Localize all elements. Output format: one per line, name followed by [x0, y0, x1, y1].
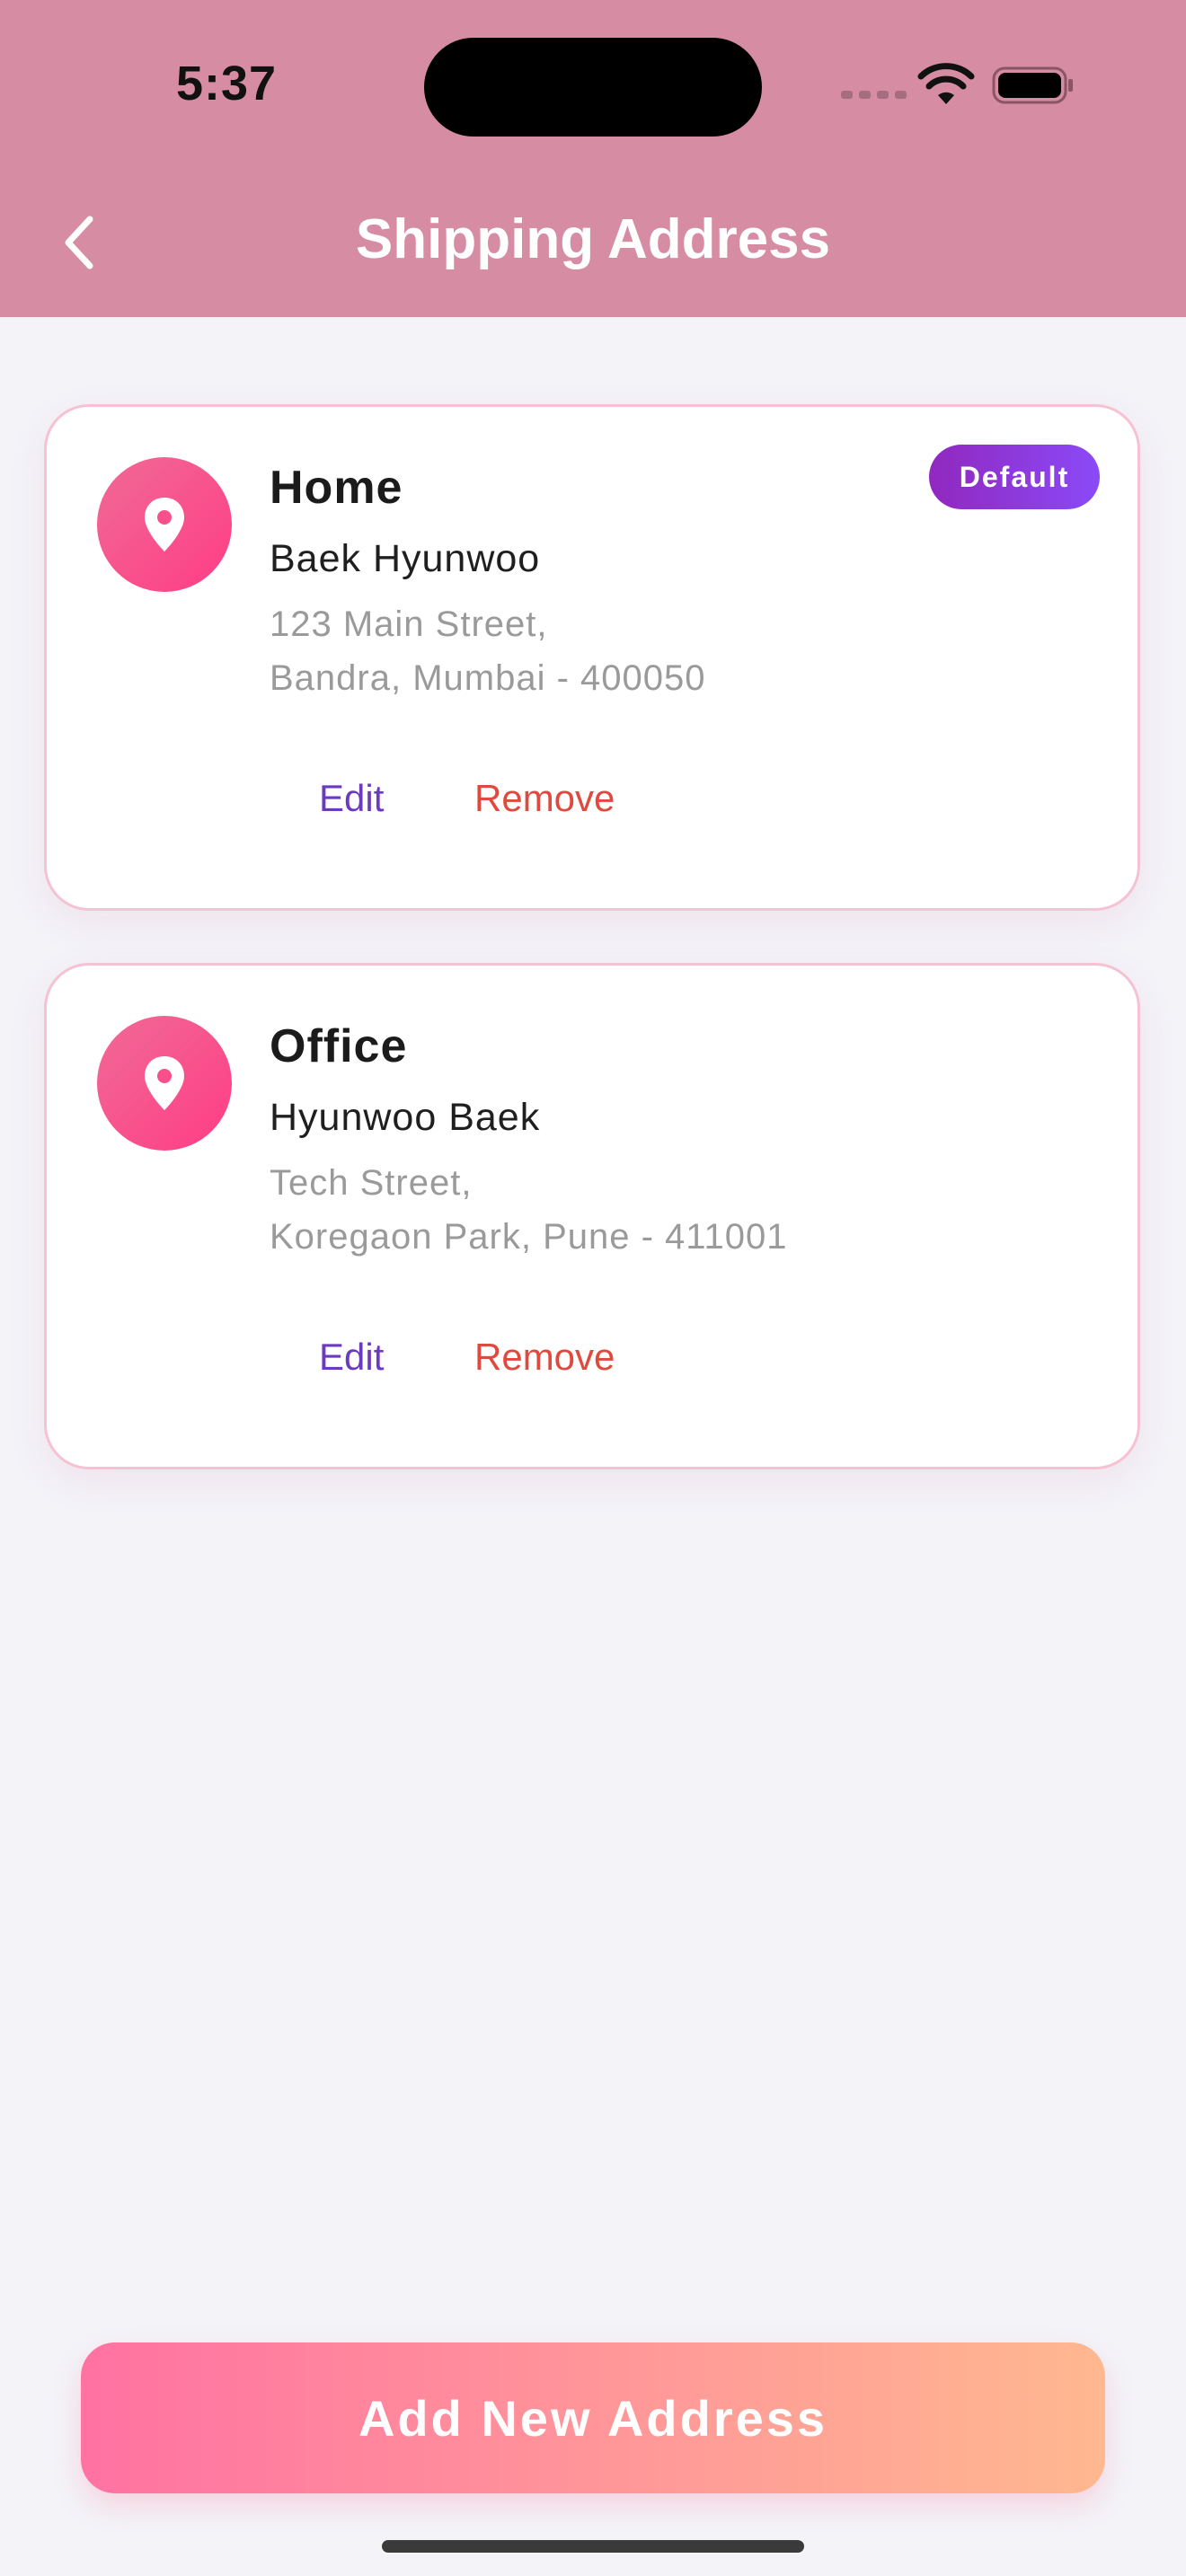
edit-button[interactable]: Edit [319, 1336, 384, 1379]
location-pin-avatar [97, 1016, 232, 1151]
address-line-2: Bandra, Mumbai - 400050 [270, 658, 706, 698]
address-line-2: Koregaon Park, Pune - 411001 [270, 1217, 788, 1257]
app-header: 5:37 Shipping Address [0, 0, 1186, 317]
address-label: Home [270, 462, 403, 514]
address-label: Office [270, 1020, 408, 1072]
location-pin-avatar [97, 457, 232, 592]
edit-button[interactable]: Edit [319, 777, 384, 820]
cellular-signal-icon [841, 91, 907, 99]
status-time: 5:37 [176, 57, 278, 110]
address-card-home[interactable]: Home Baek Hyunwoo 123 Main Street, Bandr… [44, 404, 1140, 911]
remove-button[interactable]: Remove [474, 1336, 615, 1379]
address-line-1: 123 Main Street, [270, 604, 548, 644]
recipient-name: Baek Hyunwoo [270, 537, 541, 580]
home-indicator[interactable] [382, 2540, 804, 2553]
location-pin-icon [145, 498, 184, 551]
page-title: Shipping Address [355, 208, 831, 270]
address-card-office[interactable]: Office Hyunwoo Baek Tech Street, Koregao… [44, 963, 1140, 1469]
dynamic-island [424, 38, 762, 137]
add-new-address-button[interactable]: Add New Address [81, 2342, 1105, 2493]
default-badge: Default [929, 445, 1100, 509]
remove-button[interactable]: Remove [474, 777, 615, 820]
battery-icon [992, 66, 1073, 104]
location-pin-icon [145, 1056, 184, 1110]
wifi-icon [917, 63, 975, 104]
recipient-name: Hyunwoo Baek [270, 1096, 541, 1139]
address-line-1: Tech Street, [270, 1163, 473, 1203]
